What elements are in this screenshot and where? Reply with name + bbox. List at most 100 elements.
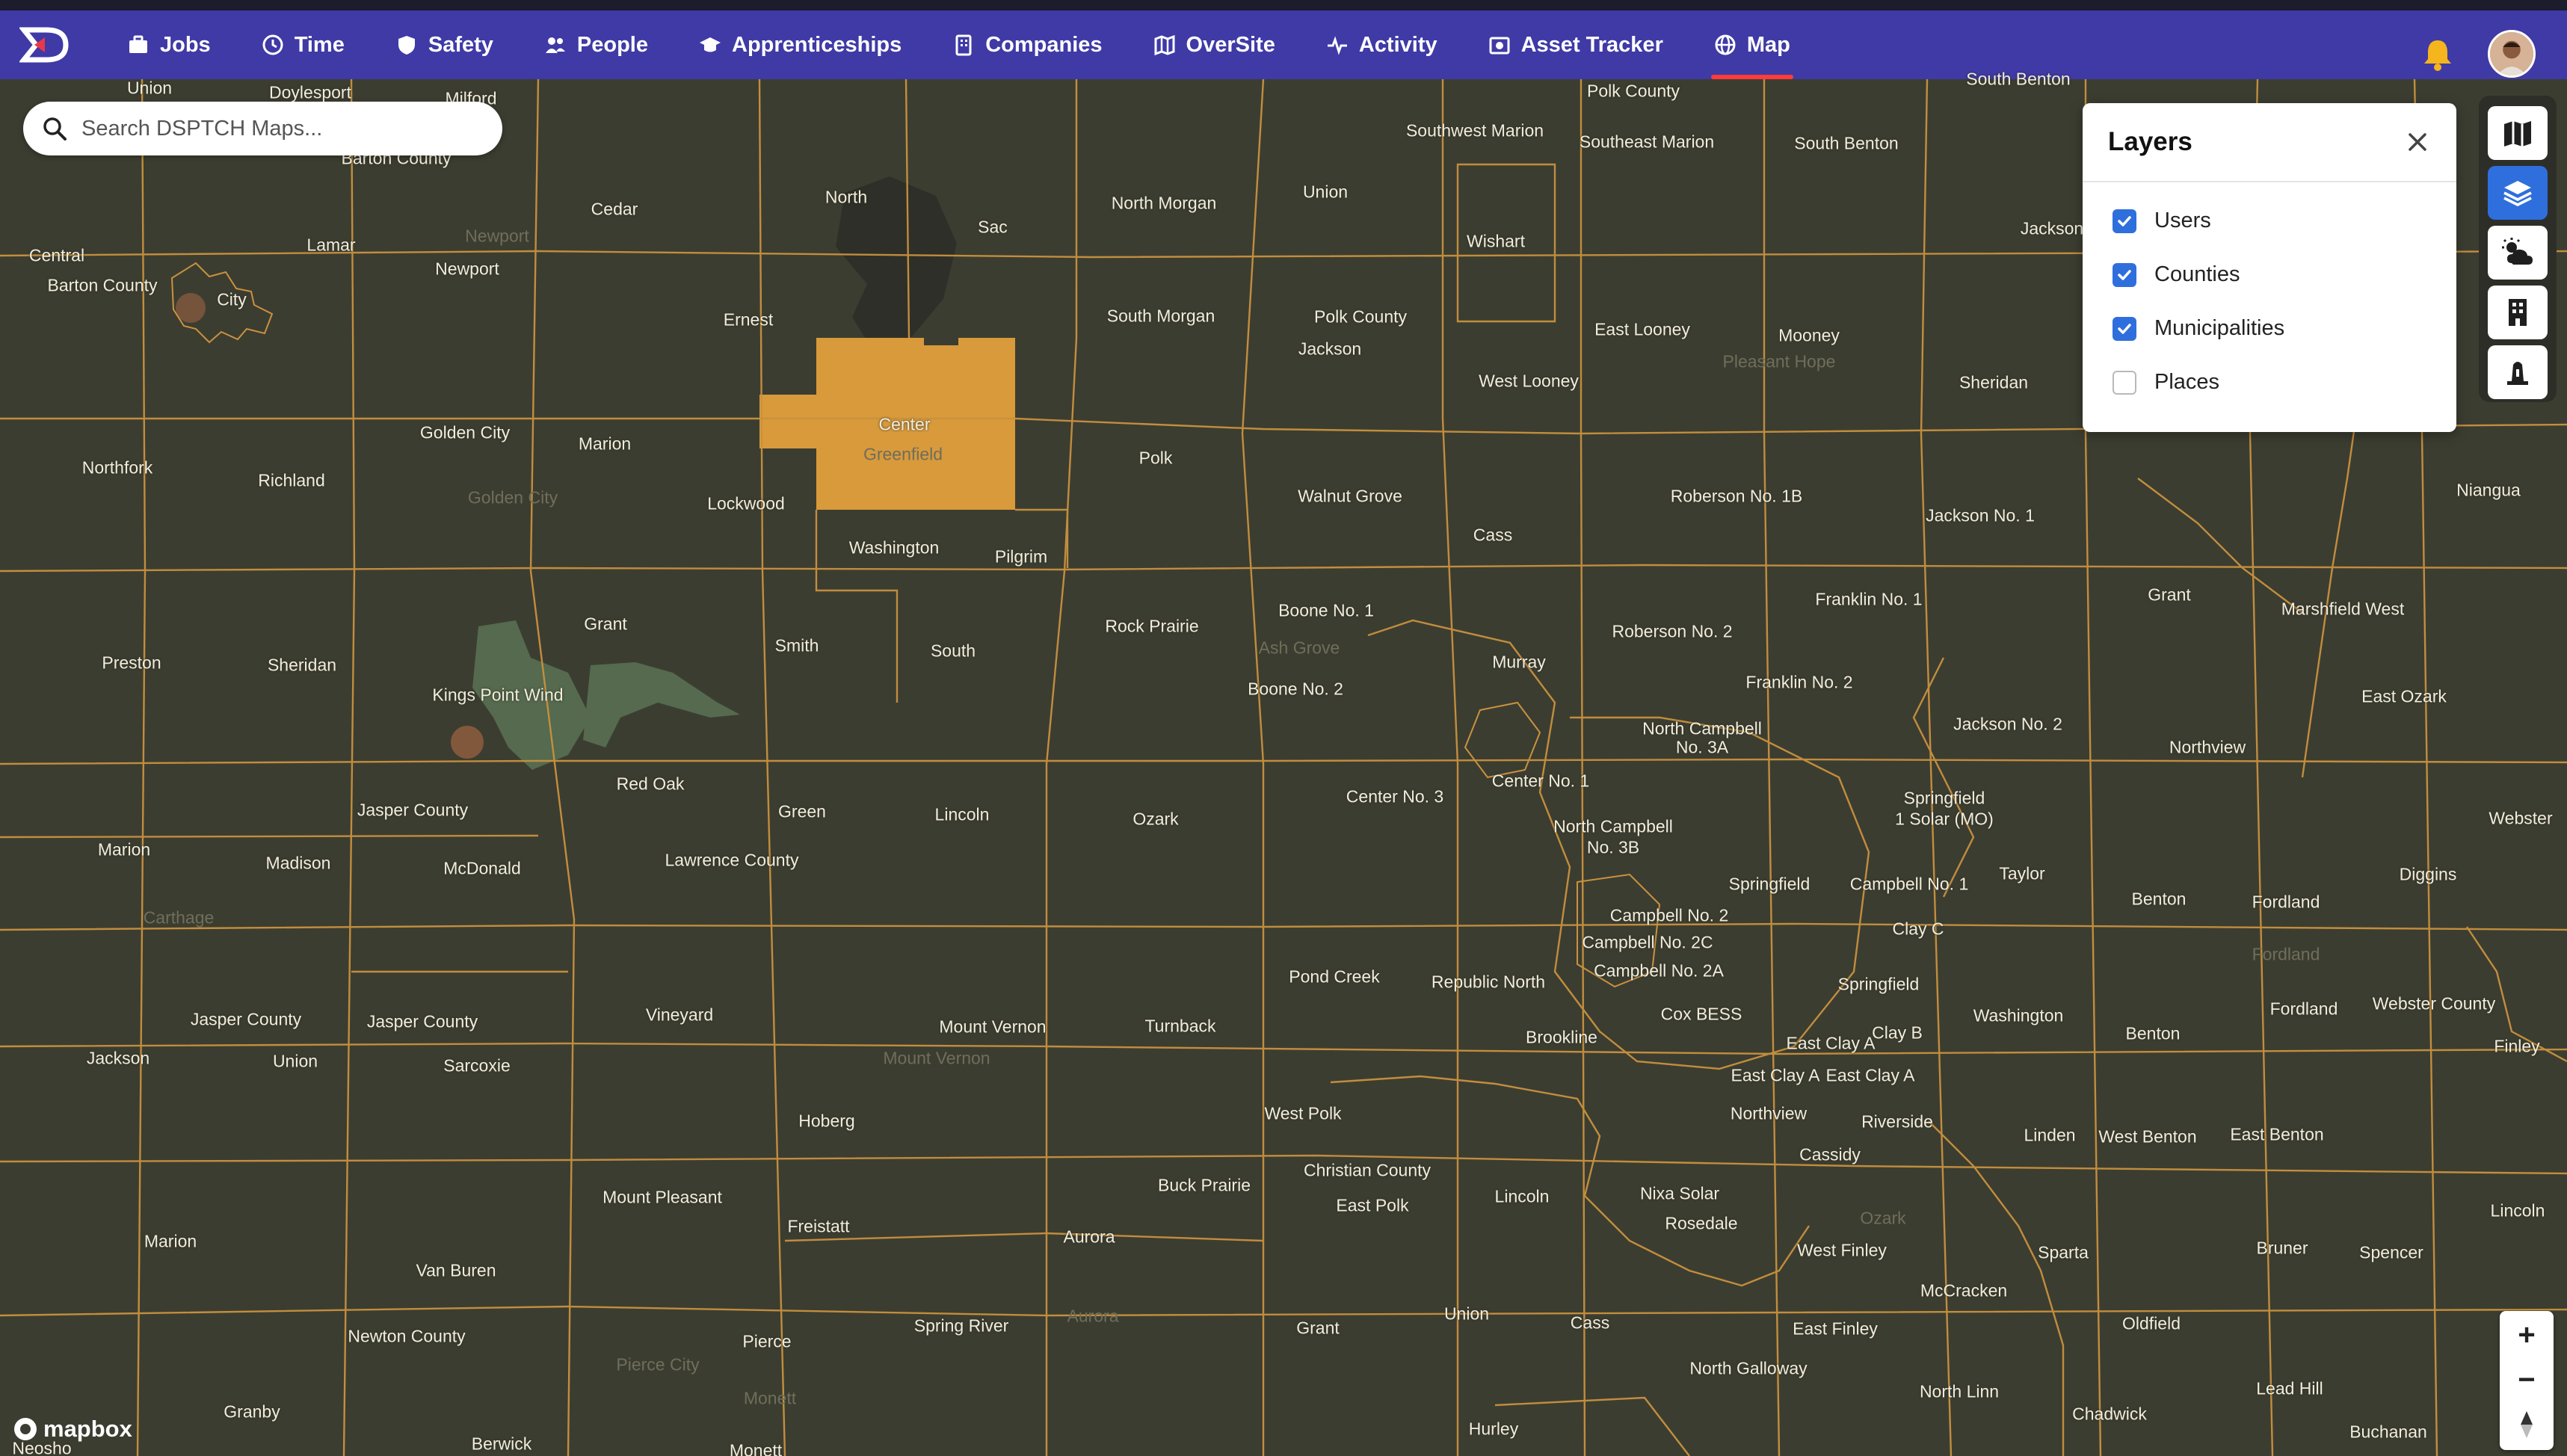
layer-toggle-users[interactable]: Users xyxy=(2113,209,2211,233)
map-label: Finley xyxy=(2494,1036,2540,1056)
map-label: Wishart xyxy=(1467,231,1525,251)
map-label: Jackson xyxy=(86,1048,150,1068)
nav-item-apprenticeships[interactable]: Apprenticeships xyxy=(699,10,902,79)
map-label: Union xyxy=(1302,182,1349,202)
map-label: Green xyxy=(778,801,826,821)
zoom-controls: + − xyxy=(2500,1311,2554,1450)
mapbox-attribution[interactable]: mapbox xyxy=(12,1416,132,1443)
map-label: Pleasant Hope xyxy=(1722,351,1836,371)
map-label: 1 Solar (MO) xyxy=(1895,809,1994,829)
nav-item-people[interactable]: People xyxy=(544,10,648,79)
map-label: West Polk xyxy=(1264,1103,1342,1123)
user-dot xyxy=(176,293,206,323)
map-label: Berwick xyxy=(471,1434,532,1454)
map-label: Northview xyxy=(1730,1103,1808,1123)
map-label: Buchanan xyxy=(2349,1422,2427,1442)
nav-item-label: Asset Tracker xyxy=(1520,32,1663,57)
nav-item-time[interactable]: Time xyxy=(262,10,345,79)
layers-button[interactable] xyxy=(2488,166,2548,220)
map-label: North Campbell xyxy=(1642,718,1762,738)
map-label: Marion xyxy=(144,1231,197,1251)
zoom-out-button[interactable]: − xyxy=(2500,1357,2554,1402)
map-style-button[interactable] xyxy=(2488,106,2548,160)
nav-item-map[interactable]: Map xyxy=(1710,10,1793,79)
map-label: Webster xyxy=(2489,808,2553,828)
map-label: Marshfield West xyxy=(2281,599,2405,619)
map-label: City xyxy=(217,289,247,309)
map-label: Center No. 3 xyxy=(1346,786,1444,806)
checkbox[interactable] xyxy=(2113,316,2136,341)
map-label: Lamar xyxy=(306,235,356,255)
building-icon xyxy=(955,34,972,56)
zoom-in-button[interactable]: + xyxy=(2500,1312,2554,1357)
layer-toggle-municipalities[interactable]: Municipalities xyxy=(2113,316,2284,341)
map-label: Van Buren xyxy=(416,1260,496,1280)
map-search-input[interactable] xyxy=(81,116,485,141)
shield-icon xyxy=(398,36,415,55)
layers-panel: Layers Users Counties Municipalities Places xyxy=(2083,103,2456,432)
map-label: Ozark xyxy=(1860,1208,1906,1228)
weather-button[interactable] xyxy=(2488,226,2548,280)
map-label: Fordland xyxy=(2269,999,2338,1019)
nav-item-oversite[interactable]: OverSite xyxy=(1153,10,1275,79)
checkbox[interactable] xyxy=(2113,209,2136,233)
mapbox-icon xyxy=(14,1418,37,1440)
map-label: Lincoln xyxy=(2490,1200,2545,1221)
map-label: Sheridan xyxy=(267,655,337,675)
map-label: Roberson No. 1B xyxy=(1670,486,1803,506)
map-label: Washington xyxy=(1973,1005,2064,1025)
map-label: Aurora xyxy=(1067,1306,1119,1326)
map-label: Richland xyxy=(258,470,325,490)
weather-icon xyxy=(2502,238,2533,265)
map-label: Hoberg xyxy=(798,1111,855,1131)
layer-toggle-places[interactable]: Places xyxy=(2113,370,2219,395)
map-label: Brookline xyxy=(1526,1027,1597,1047)
nav-item-jobs[interactable]: Jobs xyxy=(127,10,211,79)
map-label: North xyxy=(825,187,868,207)
nav-item-safety[interactable]: Safety xyxy=(395,10,493,79)
map-label: North Campbell xyxy=(1553,816,1673,836)
map-label: Taylor xyxy=(1999,863,2045,883)
nav-item-asset-tracker[interactable]: Asset Tracker xyxy=(1488,10,1663,79)
notification-bell-icon[interactable] xyxy=(2419,36,2456,73)
dsptch-logo[interactable] xyxy=(19,25,73,64)
close-icon[interactable] xyxy=(2404,129,2431,155)
map-label: Union xyxy=(1443,1304,1490,1324)
layers-panel-divider xyxy=(2083,181,2456,182)
map-label: Rock Prairie xyxy=(1105,616,1199,636)
nav-item-activity[interactable]: Activity xyxy=(1326,10,1437,79)
buildings-button[interactable] xyxy=(2488,286,2548,339)
map-label: Red Oak xyxy=(616,774,685,794)
map-label: Nixa Solar xyxy=(1639,1183,1720,1203)
map-label: Webster County xyxy=(2372,993,2496,1014)
layer-label: Municipalities xyxy=(2154,316,2285,340)
map-label: Madison xyxy=(265,853,331,873)
map-search-box[interactable] xyxy=(23,102,502,155)
map-label: Marion xyxy=(578,434,632,454)
map-label: Freistatt xyxy=(787,1216,850,1236)
map-label: East Ozark xyxy=(2361,686,2447,706)
compass-button[interactable] xyxy=(2500,1402,2554,1447)
map-label: Jackson No. 2 xyxy=(1953,714,2062,734)
map-label: Lincoln xyxy=(1494,1186,1550,1206)
checkmark-icon xyxy=(2118,269,2131,280)
map-label: Roberson No. 2 xyxy=(1612,621,1733,641)
map-label: Republic North xyxy=(1431,972,1546,992)
map-label: Lincoln xyxy=(934,804,990,824)
map-label: No. 3B xyxy=(1586,837,1640,857)
map-label: Pierce City xyxy=(616,1354,700,1375)
layers-icon xyxy=(2503,181,2532,206)
map-label: East Polk xyxy=(1336,1195,1409,1215)
nav-item-companies[interactable]: Companies xyxy=(952,10,1103,79)
map-label: Mount Vernon xyxy=(883,1048,990,1068)
map-label: Carthage xyxy=(143,907,215,928)
map-label: Campbell No. 2A xyxy=(1594,960,1724,981)
nav-item-label: People xyxy=(576,32,648,57)
beacon-button[interactable] xyxy=(2488,345,2548,399)
user-avatar[interactable] xyxy=(2488,30,2536,78)
checkbox[interactable] xyxy=(2113,262,2136,287)
layer-toggle-counties[interactable]: Counties xyxy=(2113,262,2240,287)
map-label: Vineyard xyxy=(645,1005,714,1025)
map-label: Jackson xyxy=(2020,218,2084,238)
checkbox[interactable] xyxy=(2113,370,2136,395)
